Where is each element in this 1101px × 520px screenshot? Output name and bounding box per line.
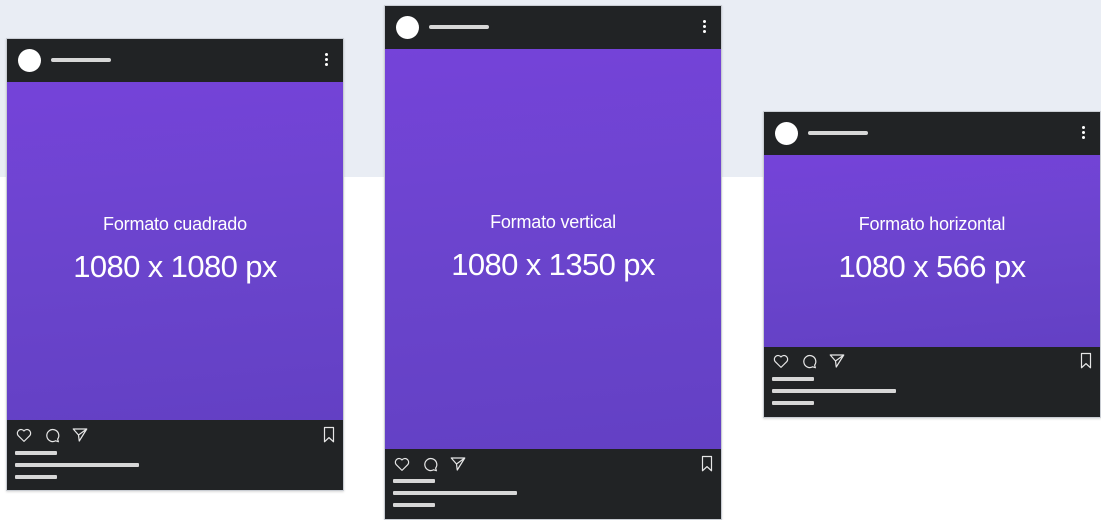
- likes-placeholder: [772, 377, 814, 381]
- comment-icon[interactable]: [800, 352, 818, 370]
- heart-icon[interactable]: [15, 426, 33, 444]
- likes-placeholder: [15, 451, 57, 455]
- comment-icon[interactable]: [421, 455, 439, 473]
- post-image: Formato vertical 1080 x 1350 px: [385, 49, 721, 449]
- post-actions: [764, 352, 1100, 374]
- format-label: Formato cuadrado: [103, 214, 247, 234]
- caption-placeholder: [393, 491, 517, 495]
- send-icon[interactable]: [71, 426, 89, 444]
- format-label: Formato vertical: [490, 212, 616, 232]
- avatar[interactable]: [396, 16, 419, 39]
- avatar[interactable]: [18, 49, 41, 72]
- heart-icon[interactable]: [772, 352, 790, 370]
- more-vertical-icon[interactable]: [703, 20, 707, 34]
- post-mockup-horizontal: Formato horizontal 1080 x 566 px: [763, 111, 1101, 418]
- comments-placeholder: [393, 503, 435, 507]
- send-icon[interactable]: [828, 352, 846, 370]
- format-label: Formato horizontal: [858, 214, 1006, 234]
- send-icon[interactable]: [449, 455, 467, 473]
- post-actions: [7, 426, 343, 448]
- comments-placeholder: [772, 401, 814, 405]
- post-image: Formato horizontal 1080 x 566 px: [764, 155, 1100, 347]
- post-actions: [385, 455, 721, 477]
- likes-placeholder: [393, 479, 435, 483]
- dimensions-label: 1080 x 1080 px: [73, 249, 277, 284]
- avatar[interactable]: [775, 122, 798, 145]
- username-placeholder: [808, 131, 868, 135]
- post-image: Formato cuadrado 1080 x 1080 px: [7, 82, 343, 420]
- dimensions-label: 1080 x 1350 px: [451, 247, 655, 282]
- post-mockup-vertical: Formato vertical 1080 x 1350 px: [384, 5, 722, 520]
- comments-placeholder: [15, 475, 57, 479]
- username-placeholder: [429, 25, 489, 29]
- post-header: [764, 112, 1100, 155]
- post-header: [7, 39, 343, 82]
- bookmark-icon[interactable]: [699, 455, 715, 473]
- more-vertical-icon[interactable]: [325, 53, 329, 67]
- bookmark-icon[interactable]: [321, 426, 337, 444]
- comment-icon[interactable]: [43, 426, 61, 444]
- username-placeholder: [51, 58, 111, 62]
- post-mockup-square: Formato cuadrado 1080 x 1080 px: [6, 38, 344, 491]
- post-header: [385, 6, 721, 49]
- bookmark-icon[interactable]: [1078, 352, 1094, 370]
- more-vertical-icon[interactable]: [1082, 126, 1086, 140]
- caption-placeholder: [772, 389, 896, 393]
- heart-icon[interactable]: [393, 455, 411, 473]
- caption-placeholder: [15, 463, 139, 467]
- dimensions-label: 1080 x 566 px: [838, 249, 1027, 284]
